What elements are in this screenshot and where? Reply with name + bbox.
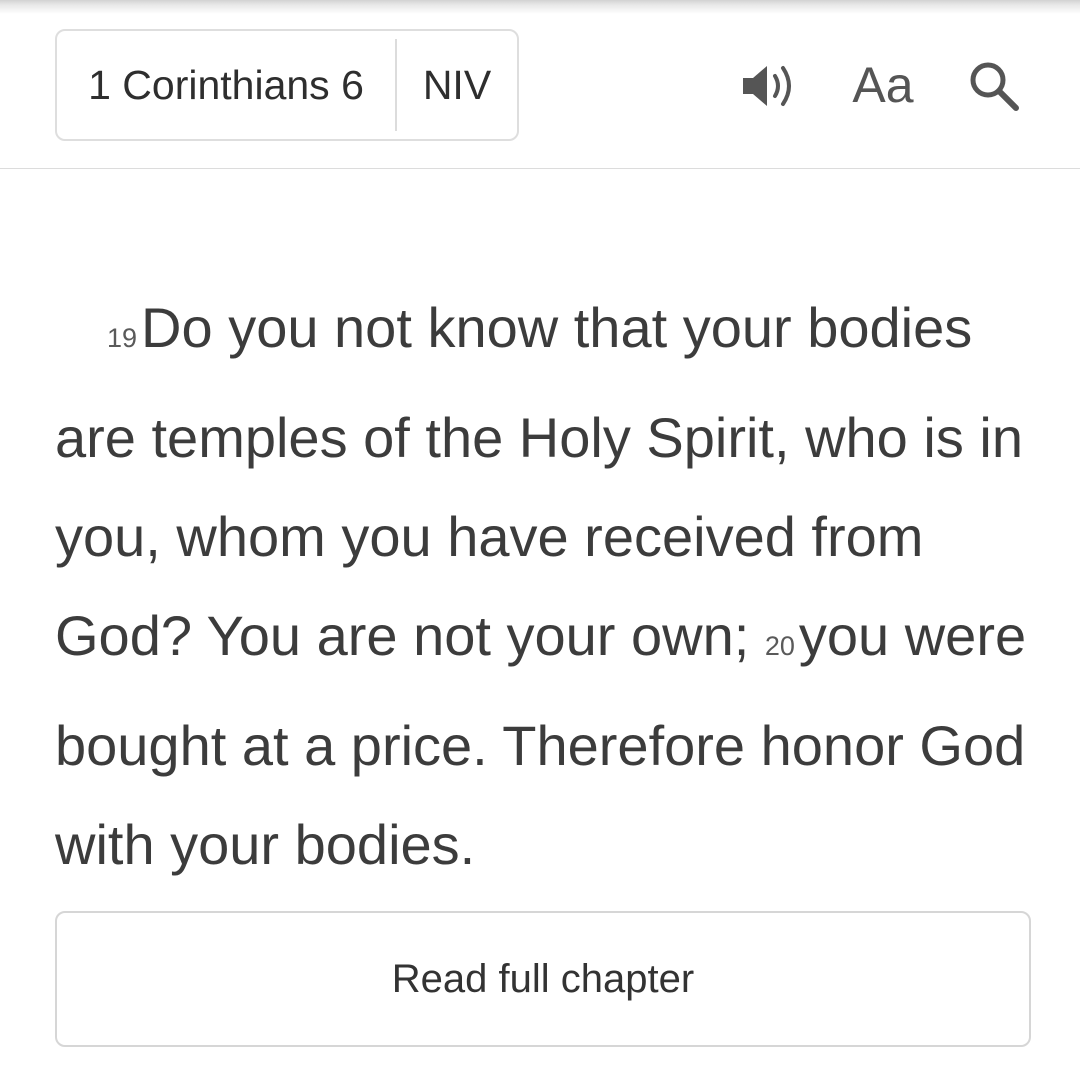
audio-button[interactable] [734,58,800,114]
reference-selector: 1 Corinthians 6 NIV [55,29,519,141]
passage-text: 19Do you not know that your bodies are t… [55,278,1045,894]
reader-header: 1 Corinthians 6 NIV Aa [0,0,1080,169]
read-full-chapter-button[interactable]: Read full chapter [55,911,1031,1047]
verse-number: 19 [107,323,138,353]
book-chapter-button[interactable]: 1 Corinthians 6 [57,31,395,139]
magnifier-search-icon [970,62,1019,111]
speaker-volume-icon [743,66,791,106]
version-button[interactable]: NIV [397,31,517,139]
font-settings-button[interactable]: Aa [848,52,918,118]
search-button[interactable] [962,54,1026,118]
verse-number: 20 [764,631,795,661]
